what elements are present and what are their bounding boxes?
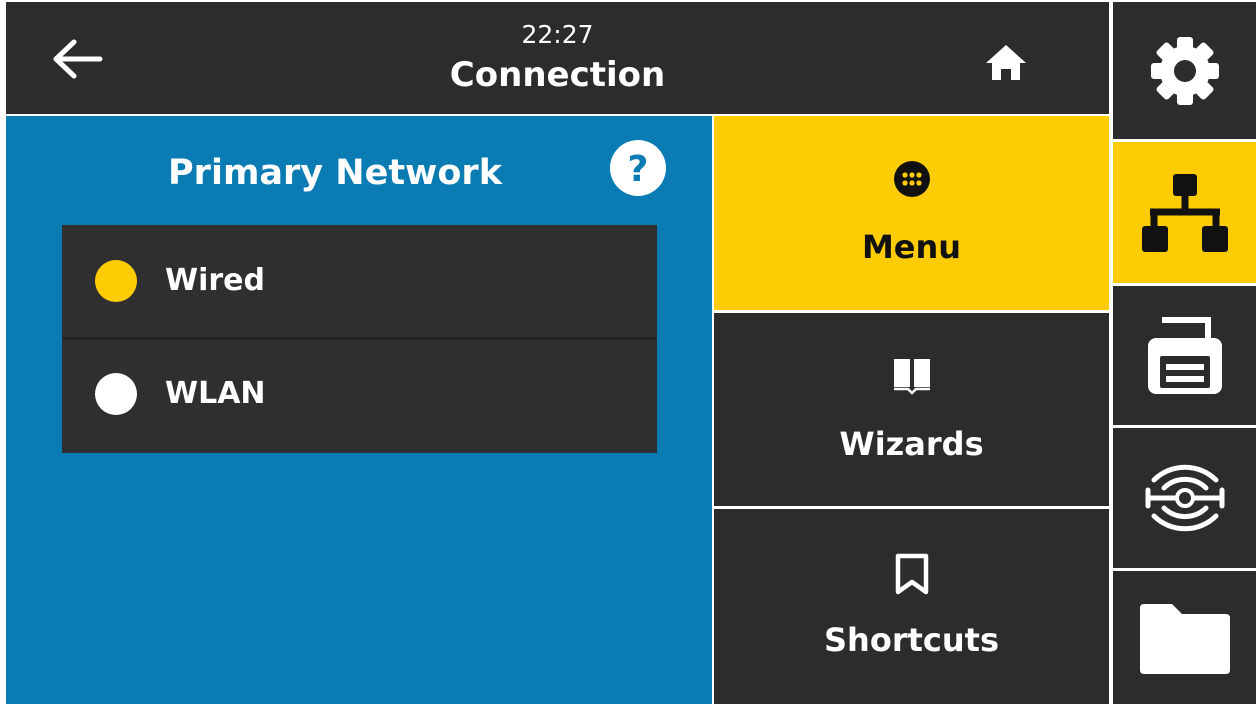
radio-unselected-icon <box>95 373 137 415</box>
gear-icon <box>1150 36 1219 105</box>
header-bar: 22:27 Connection <box>6 2 1109 114</box>
network-options-list: Wired WLAN <box>62 225 657 453</box>
rfid-icon <box>1145 464 1224 532</box>
radio-label: Wired <box>165 263 265 298</box>
network-button[interactable] <box>1113 142 1256 283</box>
files-button[interactable] <box>1113 571 1256 704</box>
home-button[interactable] <box>978 37 1034 87</box>
help-button[interactable]: ? <box>608 138 668 198</box>
printer-icon <box>1147 316 1222 394</box>
printer-screen: 22:27 Connection Primary Network ? Wired <box>0 0 1256 704</box>
radio-label: WLAN <box>165 376 266 411</box>
home-icon <box>986 45 1026 80</box>
rfid-button[interactable] <box>1113 428 1256 568</box>
wizards-tile[interactable]: Wizards <box>714 313 1109 506</box>
settings-button[interactable] <box>1113 2 1256 139</box>
wizards-tile-label: Wizards <box>839 425 984 463</box>
help-icon: ? <box>610 140 666 196</box>
clock: 22:27 <box>521 20 594 49</box>
radio-option-wlan[interactable]: WLAN <box>62 339 657 453</box>
bookmark-icon <box>714 553 1109 595</box>
svg-text:?: ? <box>628 149 649 190</box>
network-icon <box>1141 173 1228 252</box>
menu-tile[interactable]: Menu <box>714 116 1109 310</box>
primary-network-panel: Primary Network ? Wired WLAN <box>6 116 712 704</box>
shortcuts-tile[interactable]: Shortcuts <box>714 509 1109 704</box>
menu-dots-icon <box>714 160 1109 198</box>
radio-option-wired[interactable]: Wired <box>62 225 657 340</box>
panel-title: Primary Network <box>168 153 502 193</box>
menu-tile-label: Menu <box>861 228 962 266</box>
book-icon <box>714 355 1109 395</box>
radio-selected-icon <box>95 260 137 302</box>
page-title: Connection <box>449 55 666 95</box>
shortcuts-tile-label: Shortcuts <box>824 621 999 659</box>
folder-icon <box>1139 603 1230 674</box>
print-button[interactable] <box>1113 286 1256 425</box>
